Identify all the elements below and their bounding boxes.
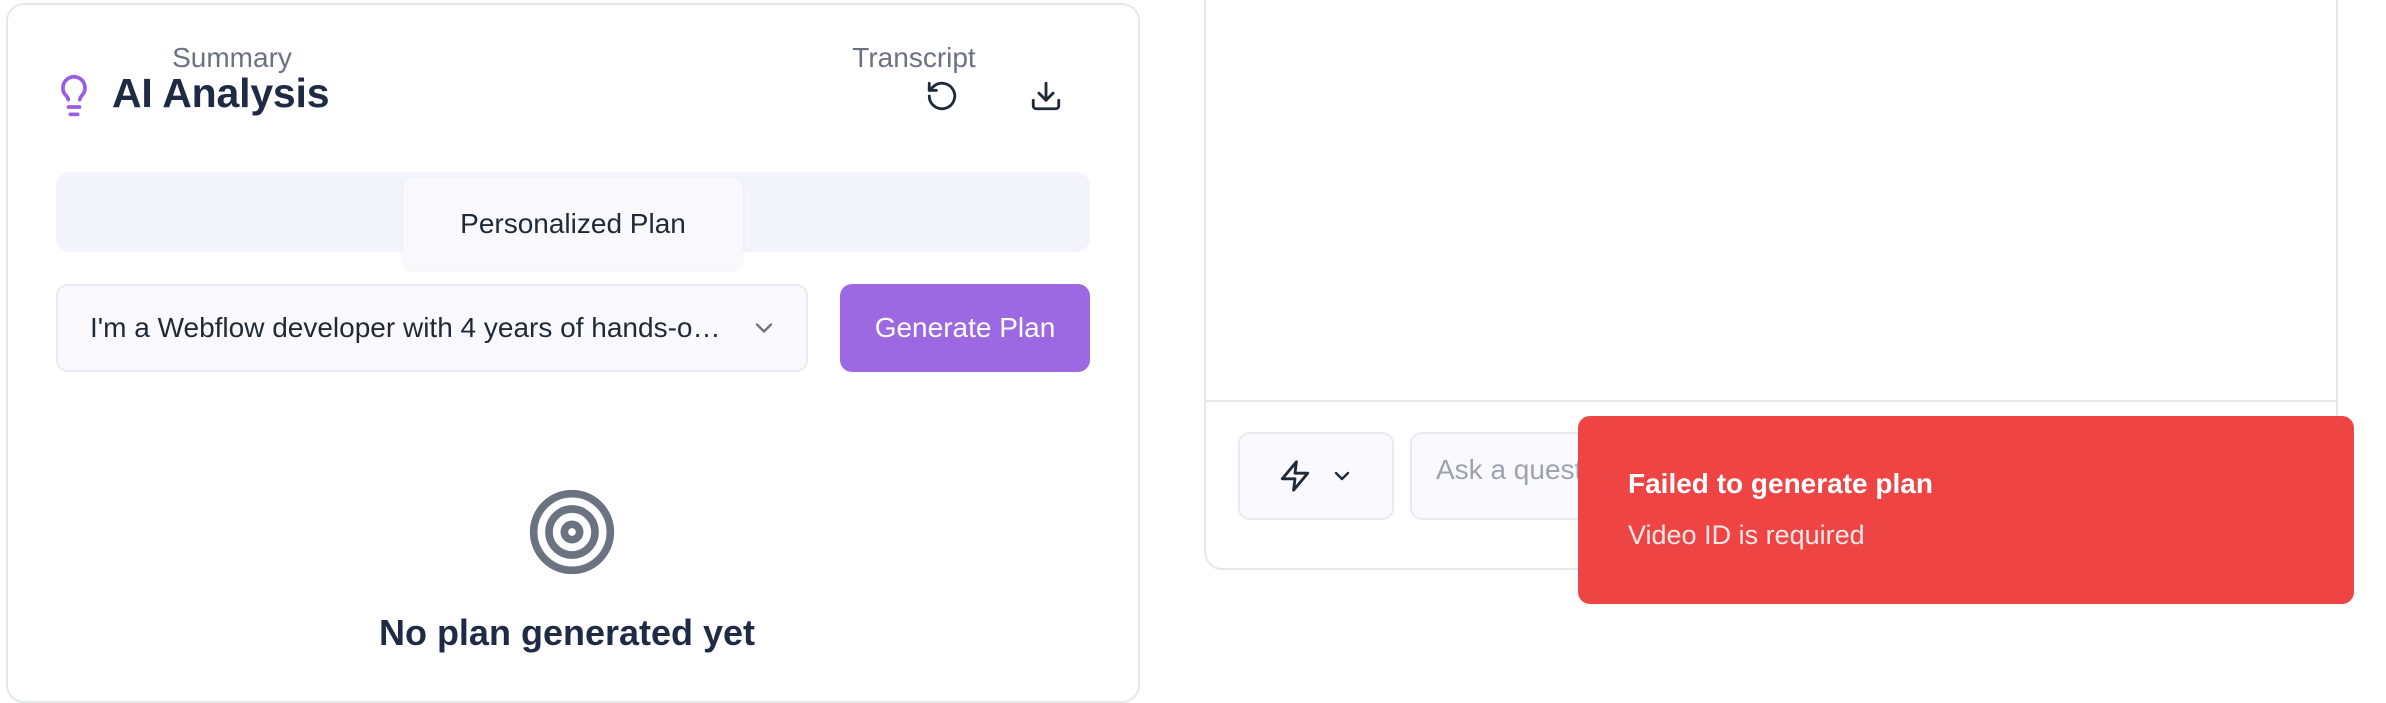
toast-description: Video ID is required [1628, 520, 1865, 550]
profile-select-value: I'm a Webflow developer with 4 years of … [90, 312, 736, 343]
generate-plan-button[interactable]: Generate Plan [840, 284, 1090, 372]
empty-state-title: No plan generated yet [378, 612, 756, 653]
error-toast[interactable]: Failed to generate plan Video ID is requ… [1578, 416, 2354, 604]
tab-summary[interactable]: Summary [76, 6, 388, 96]
tab-personalized-plan[interactable]: Personalized Plan [403, 178, 743, 270]
mode-dropdown-button[interactable] [1238, 432, 1394, 520]
chevron-down-icon [1334, 471, 1350, 481]
chat-divider [1206, 400, 2336, 402]
target-icon [529, 489, 615, 575]
tab-transcript[interactable]: Transcript [758, 6, 1070, 96]
chevron-down-icon [755, 323, 773, 333]
profile-select[interactable]: I'm a Webflow developer with 4 years of … [56, 284, 808, 372]
lightning-icon [1280, 460, 1310, 492]
toast-title: Failed to generate plan [1628, 468, 1933, 499]
